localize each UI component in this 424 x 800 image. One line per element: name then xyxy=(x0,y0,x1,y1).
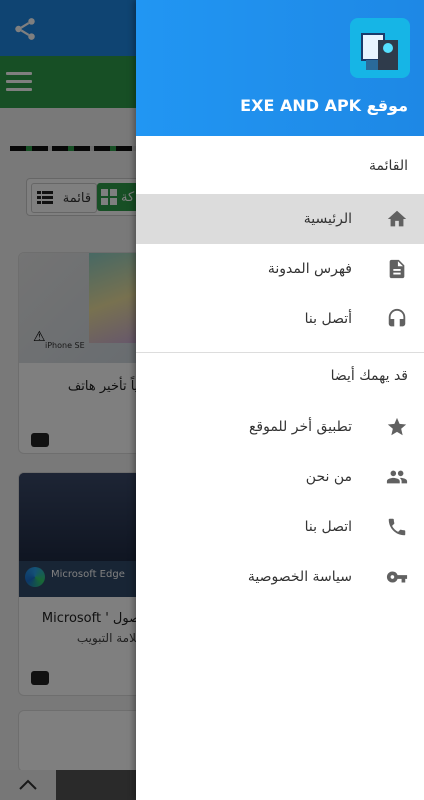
drawer-item-blog-index[interactable]: فهرس المدونة xyxy=(136,244,424,294)
drawer-item-contact[interactable]: أتصل بنا xyxy=(136,294,424,344)
people-icon xyxy=(386,470,408,484)
menu-section-label: القائمة xyxy=(369,158,408,174)
drawer-item-label: الرئيسية xyxy=(303,211,352,227)
drawer-item-label: من نحن xyxy=(305,469,352,485)
drawer-item-label: أتصل بنا xyxy=(304,311,352,327)
drawer-item-contact-us[interactable]: اتصل بنا xyxy=(136,502,424,552)
drawer-item-label: فهرس المدونة xyxy=(267,261,352,277)
home-icon xyxy=(387,210,407,227)
site-logo xyxy=(350,18,410,78)
site-title: موقع EXE AND APK xyxy=(240,96,408,115)
drawer-item-label: سياسة الخصوصية xyxy=(247,569,352,585)
drawer-item-label: تطبيق أخر للموقع xyxy=(248,419,352,435)
drawer-item-home[interactable]: الرئيسية xyxy=(136,194,424,244)
robot-logo-icon xyxy=(361,33,398,70)
headset-icon xyxy=(388,308,406,327)
phone-icon xyxy=(388,518,406,536)
drawer-item-about[interactable]: من نحن xyxy=(136,452,424,502)
drawer-header: موقع EXE AND APK xyxy=(136,0,424,136)
drawer-item-other-app[interactable]: تطبيق أخر للموقع xyxy=(136,402,424,452)
navigation-drawer: موقع EXE AND APK القائمة الرئيسية فهرس ا… xyxy=(136,0,424,800)
star-icon xyxy=(387,417,407,436)
drawer-item-privacy[interactable]: سياسة الخصوصية xyxy=(136,552,424,602)
key-icon xyxy=(386,571,408,583)
drawer-divider xyxy=(136,352,424,353)
drawer-item-label: اتصل بنا xyxy=(304,519,352,535)
extra-section-label: قد يهمك أيضا xyxy=(330,368,408,384)
document-icon xyxy=(389,259,405,279)
